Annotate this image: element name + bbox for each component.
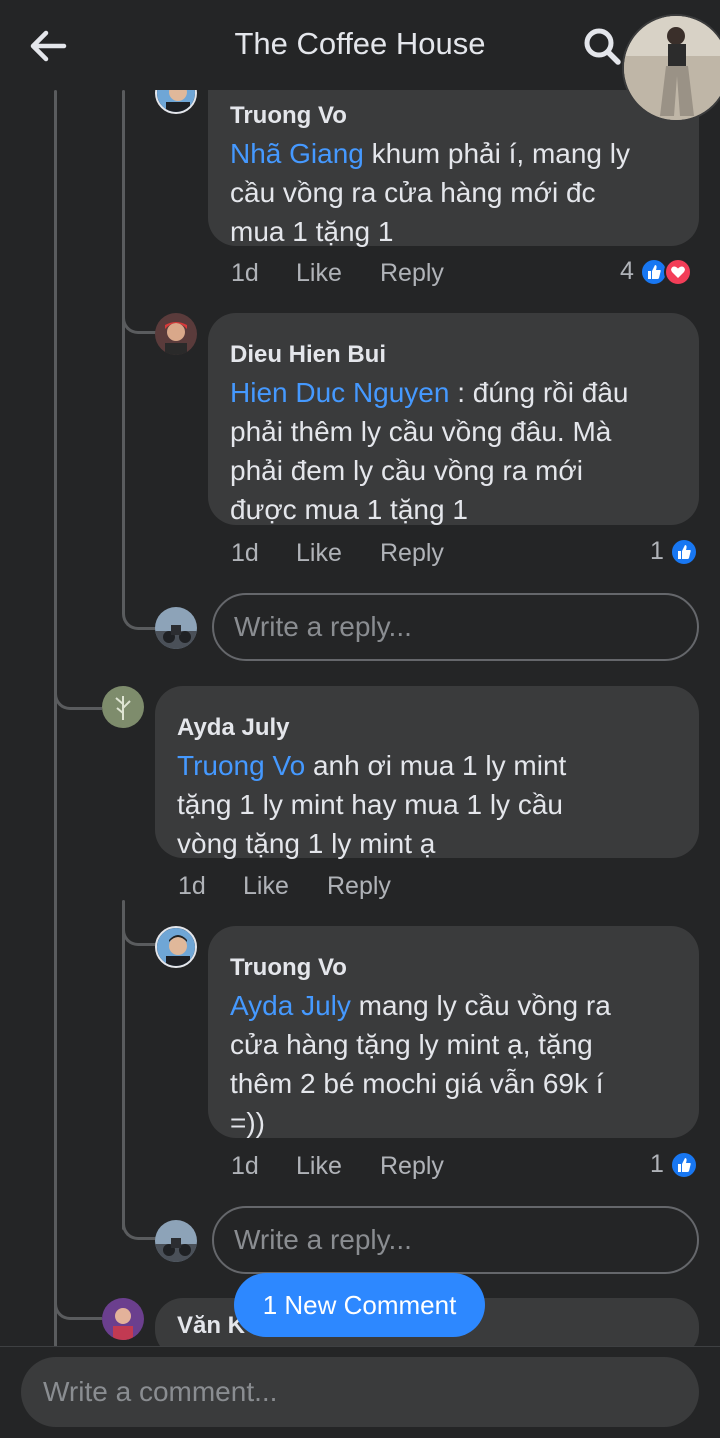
comment-text: Hien Duc Nguyen : đúng rồi đâu phải thêm… [230, 377, 629, 525]
comment-text: Nhã Giang khum phải í, mang ly cầu vồng … [230, 138, 630, 247]
comment-author[interactable]: Truong Vo [230, 102, 677, 130]
thread-connector [122, 300, 156, 334]
mention-link[interactable]: Nhã Giang [230, 138, 364, 169]
comment-actions: 1d Like Reply [231, 1152, 444, 1181]
reaction-count: 1 [650, 1150, 664, 1178]
reaction-summary[interactable]: 4 [620, 257, 692, 286]
mention-link[interactable]: Truong Vo [177, 750, 305, 781]
thread-connector [122, 596, 156, 630]
thread-connector [54, 1286, 102, 1320]
reply-input[interactable]: Write a reply... [212, 1206, 699, 1274]
reply-input[interactable]: Write a reply... [212, 593, 699, 661]
top-bar: The Coffee House [0, 0, 720, 90]
reaction-summary[interactable]: 1 [650, 1150, 698, 1179]
reaction-count: 1 [650, 537, 664, 565]
current-user-avatar [155, 1220, 197, 1262]
reply-button[interactable]: Reply [380, 1152, 444, 1181]
like-button[interactable]: Like [296, 1152, 380, 1181]
avatar[interactable] [102, 686, 144, 728]
comment-text: Truong Vo anh ơi mua 1 ly mint tặng 1 ly… [177, 750, 567, 859]
avatar[interactable] [102, 1298, 144, 1340]
like-reaction-icon [669, 537, 698, 566]
search-icon[interactable] [580, 24, 624, 68]
thread-connector [122, 912, 156, 946]
comment-author[interactable]: Ayda July [177, 714, 677, 742]
comment-author[interactable]: Truong Vo [230, 954, 677, 982]
mention-link[interactable]: Ayda July [230, 990, 351, 1021]
timestamp[interactable]: 1d [231, 259, 296, 288]
avatar[interactable] [155, 926, 197, 968]
reply-button[interactable]: Reply [380, 259, 444, 288]
comment-bubble: Dieu Hien Bui Hien Duc Nguyen : đúng rồi… [208, 313, 699, 525]
current-user-avatar [155, 607, 197, 649]
reply-button[interactable]: Reply [380, 539, 444, 568]
timestamp[interactable]: 1d [231, 539, 296, 568]
like-button[interactable]: Like [296, 539, 380, 568]
like-button[interactable]: Like [296, 259, 380, 288]
thread-line [54, 90, 57, 1350]
thread-connector [54, 676, 102, 710]
thread-line [122, 90, 125, 610]
reply-button[interactable]: Reply [327, 872, 391, 901]
love-reaction-icon [663, 257, 692, 286]
avatar[interactable] [155, 313, 197, 355]
thread-connector [122, 1206, 156, 1240]
comment-composer: Write a comment... [0, 1346, 720, 1438]
reply-placeholder: Write a reply... [234, 611, 412, 642]
chat-head-avatar[interactable] [622, 14, 720, 122]
thread-line [122, 900, 125, 1230]
comment-author[interactable]: Dieu Hien Bui [230, 341, 677, 369]
comment-placeholder: Write a comment... [43, 1376, 278, 1407]
like-reaction-icon [669, 1150, 698, 1179]
comment-actions: 1d Like Reply [231, 539, 444, 568]
comment-bubble: Truong Vo Ayda July mang ly cầu vồng ra … [208, 926, 699, 1138]
comment-actions: 1d Like Reply [231, 259, 444, 288]
like-button[interactable]: Like [243, 872, 327, 901]
reaction-count: 4 [620, 257, 634, 285]
comment-text: Ayda July mang ly cầu vồng ra cửa hàng t… [230, 990, 611, 1138]
mention-link[interactable]: Hien Duc Nguyen [230, 377, 449, 408]
comment-bubble: Truong Vo Nhã Giang khum phải í, mang ly… [208, 72, 699, 247]
comment-bubble: Ayda July Truong Vo anh ơi mua 1 ly mint… [155, 686, 699, 859]
timestamp[interactable]: 1d [231, 1152, 296, 1181]
reaction-summary[interactable]: 1 [650, 537, 698, 566]
comment-input[interactable]: Write a comment... [21, 1357, 699, 1427]
reply-placeholder: Write a reply... [234, 1224, 412, 1255]
new-comment-button[interactable]: 1 New Comment [234, 1273, 485, 1337]
timestamp[interactable]: 1d [178, 872, 243, 901]
comment-actions: 1d Like Reply [178, 872, 391, 901]
